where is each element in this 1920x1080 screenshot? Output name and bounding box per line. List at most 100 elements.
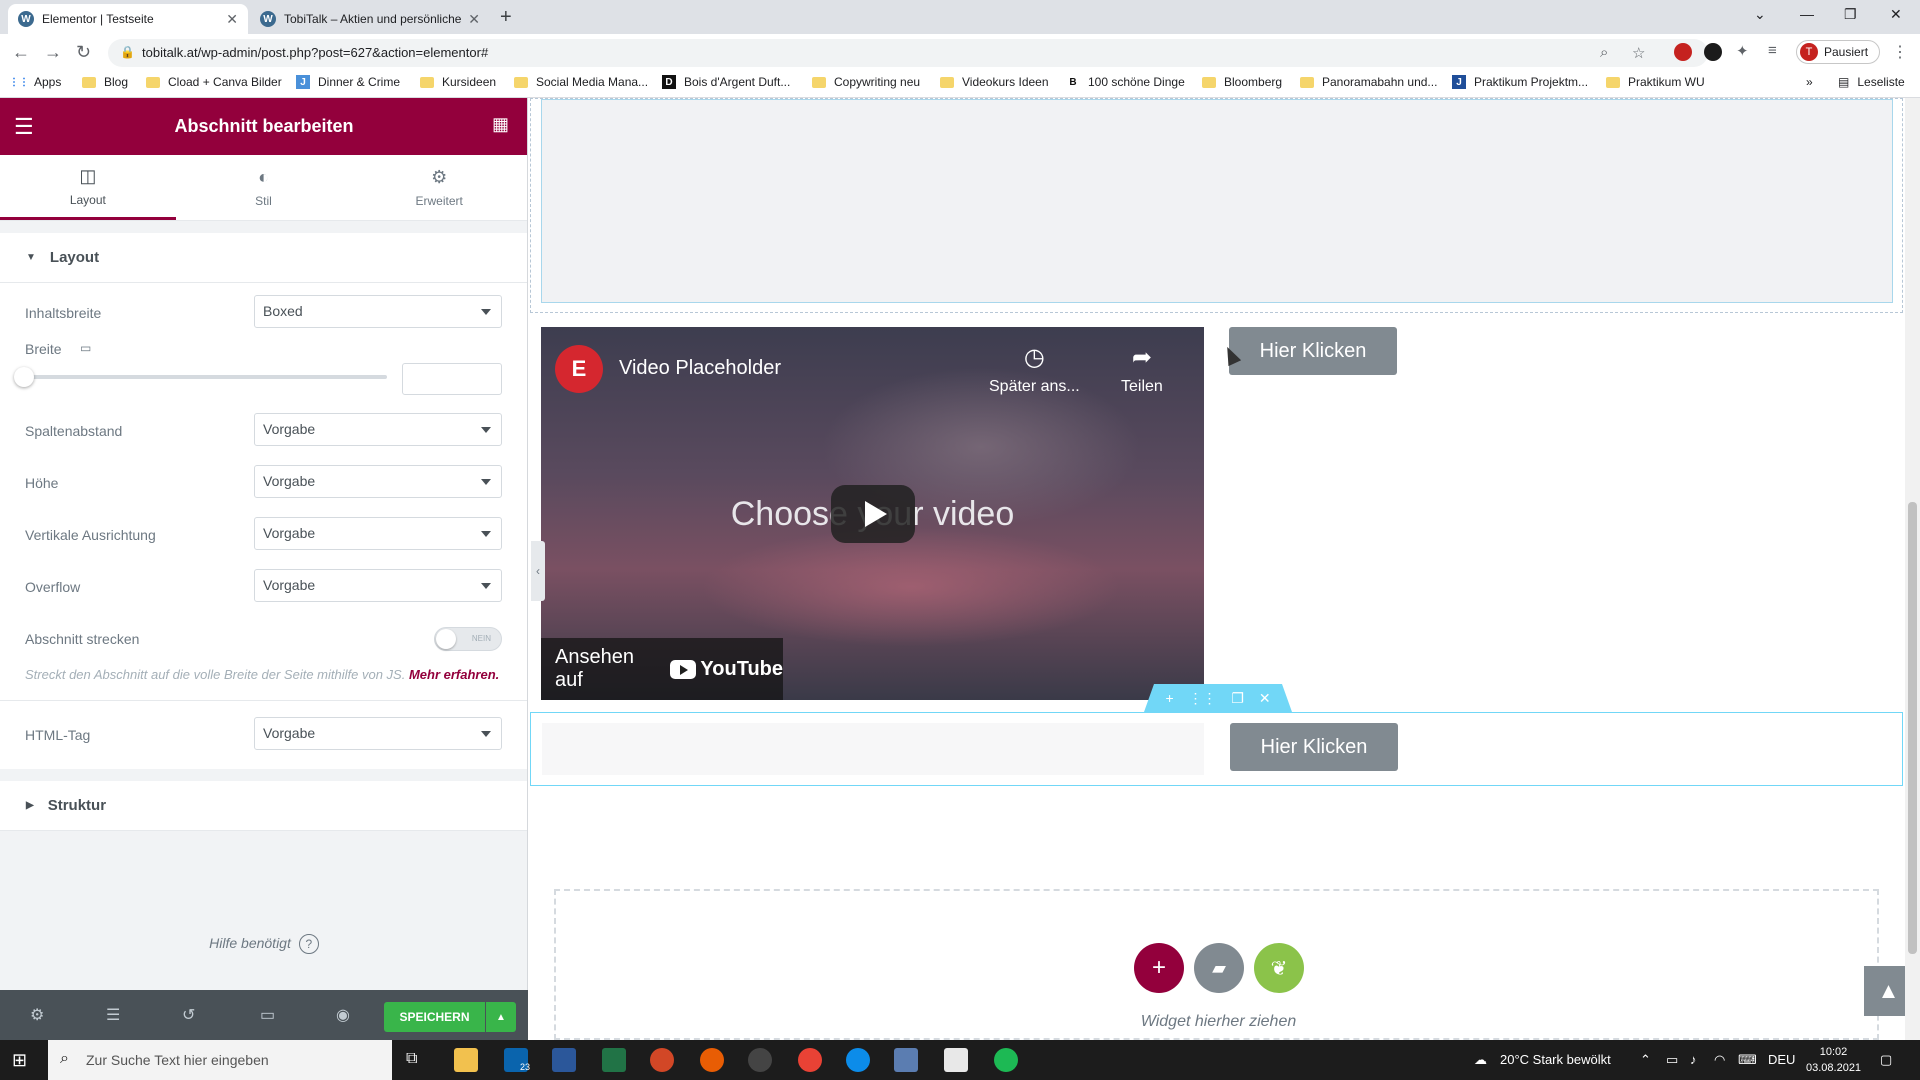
bookmarks-overflow-icon[interactable]: »	[1806, 75, 1813, 89]
section-top[interactable]	[530, 98, 1903, 313]
bookmark-cload-canva[interactable]: Cload + Canva Bilder	[146, 75, 282, 89]
wifi-icon[interactable]: ◠	[1714, 1052, 1725, 1068]
bookmark-bloomberg[interactable]: Bloomberg	[1202, 75, 1282, 89]
content-width-select[interactable]: Boxed	[254, 295, 502, 328]
tray-chevron-up-icon[interactable]: ⌃	[1640, 1052, 1651, 1068]
bookmark-social-media[interactable]: Social Media Mana...	[514, 75, 648, 89]
play-button[interactable]	[831, 485, 915, 543]
bookmark-dinner-crime[interactable]: J Dinner & Crime	[296, 75, 400, 89]
height-select[interactable]: Vorgabe	[254, 465, 502, 498]
envato-leaf-icon[interactable]: ❦	[1254, 943, 1304, 993]
responsive-mode-icon[interactable]: ▭	[260, 1005, 275, 1025]
keyboard-icon[interactable]: ⌨	[1738, 1052, 1757, 1068]
notifications-icon[interactable]: ▢	[1880, 1052, 1892, 1068]
add-template-folder-icon[interactable]: ▰	[1194, 943, 1244, 993]
lock-icon[interactable]: 🔒	[120, 45, 135, 59]
bookmark-star-icon[interactable]: ☆	[1632, 44, 1645, 62]
new-tab-icon[interactable]: +	[500, 6, 512, 29]
profile-button[interactable]: T Pausiert	[1796, 40, 1880, 64]
width-slider-track[interactable]	[25, 375, 387, 379]
extensions-puzzle-icon[interactable]: ✦	[1736, 42, 1749, 60]
forward-icon[interactable]: →	[44, 42, 62, 63]
word-icon[interactable]	[552, 1048, 576, 1072]
stretch-section-toggle[interactable]: NEIN	[434, 627, 502, 651]
bookmark-panoramabahn[interactable]: Panoramabahn und...	[1300, 75, 1437, 89]
bookmark-100-dinge[interactable]: B 100 schöne Dinge	[1066, 75, 1184, 89]
firefox-icon[interactable]	[700, 1048, 724, 1072]
width-slider-handle[interactable]	[14, 367, 34, 387]
task-view-icon[interactable]: ⧉	[406, 1050, 417, 1068]
file-explorer-icon[interactable]	[454, 1048, 478, 1072]
spotify-icon[interactable]	[994, 1048, 1018, 1072]
restore-icon[interactable]: ❐	[1844, 6, 1857, 23]
bookmark-praktikum-wu[interactable]: Praktikum WU	[1606, 75, 1705, 89]
watch-later-button[interactable]: ◷ Später ans...	[989, 343, 1080, 396]
share-button[interactable]: ➦ Teilen	[1121, 343, 1163, 396]
volume-icon[interactable]: ♪	[1690, 1052, 1697, 1067]
tab-elementor[interactable]: W Elementor | Testseite ✕	[8, 4, 248, 34]
bookmark-kursideen[interactable]: Kursideen	[420, 75, 496, 89]
history-icon[interactable]: ↺	[182, 1005, 195, 1025]
network-icon[interactable]: ▭	[1666, 1052, 1678, 1068]
close-tab-icon[interactable]: ✕	[226, 11, 238, 28]
width-number-input[interactable]	[402, 363, 502, 395]
preview-eye-icon[interactable]: ◉	[336, 1005, 350, 1025]
edge-icon[interactable]	[846, 1048, 870, 1072]
close-window-icon[interactable]: ✕	[1890, 6, 1902, 23]
hier-klicken-button[interactable]: Hier Klicken	[1230, 723, 1398, 771]
close-tab-icon[interactable]: ✕	[468, 11, 480, 28]
app-icon[interactable]	[894, 1048, 918, 1072]
tab-layout[interactable]: ◫ Layout	[0, 155, 176, 220]
delete-section-icon[interactable]: ✕	[1259, 690, 1271, 707]
bookmark-videokurs[interactable]: Videokurs Ideen	[940, 75, 1049, 89]
vertical-align-select[interactable]: Vorgabe	[254, 517, 502, 550]
weather-text[interactable]: 20°C Stark bewölkt	[1500, 1052, 1611, 1067]
page-scrollbar[interactable]	[1905, 98, 1920, 1040]
bookmark-praktikum-projekt[interactable]: J Praktikum Projektm...	[1452, 75, 1588, 89]
reading-list-button[interactable]: ▤ Leseliste	[1838, 75, 1905, 89]
notepad-icon[interactable]	[944, 1048, 968, 1072]
language-indicator[interactable]: DEU	[1768, 1052, 1795, 1067]
tab-style[interactable]: ◐ Stil	[176, 155, 352, 220]
bookmark-apps[interactable]: ⋮⋮ Apps	[9, 75, 61, 89]
overflow-select[interactable]: Vorgabe	[254, 569, 502, 602]
structure-section-toggle[interactable]: ▶ Struktur	[0, 781, 527, 831]
excel-icon[interactable]	[602, 1048, 626, 1072]
learn-more-link[interactable]: Mehr erfahren.	[409, 667, 499, 682]
grammarly-extension-icon[interactable]	[1704, 43, 1722, 61]
add-new-section-button[interactable]: +	[1134, 943, 1184, 993]
save-button[interactable]: SPEICHERN	[384, 1002, 485, 1032]
address-bar[interactable]: 🔒 tobitalk.at/wp-admin/post.php?post=627…	[108, 39, 1708, 67]
chrome-icon[interactable]	[798, 1048, 822, 1072]
hier-klicken-button[interactable]: Hier Klicken	[1229, 327, 1397, 375]
tab-tobitalk[interactable]: W TobiTalk – Aktien und persönliche ✕	[250, 4, 490, 34]
navigator-layers-icon[interactable]: ☰	[106, 1005, 120, 1025]
section-selected[interactable]: Hier Klicken	[530, 712, 1903, 786]
html-tag-select[interactable]: Vorgabe	[254, 717, 502, 750]
back-icon[interactable]: ←	[12, 42, 30, 63]
save-options-chevron-up-icon[interactable]: ▲	[486, 1002, 516, 1032]
watch-on-youtube-link[interactable]: Ansehen auf YouTube	[541, 638, 783, 700]
scrollbar-thumb[interactable]	[1908, 502, 1917, 954]
reload-icon[interactable]: ↻	[76, 42, 91, 63]
reading-list-icon[interactable]: ≡	[1768, 42, 1777, 59]
bookmark-copywriting[interactable]: Copywriting neu	[812, 75, 920, 89]
minimize-icon[interactable]: —	[1800, 6, 1814, 22]
add-section-icon[interactable]: +	[1165, 690, 1173, 706]
widgets-grid-icon[interactable]: ▦	[492, 114, 509, 135]
elementor-logo-icon[interactable]: E	[555, 345, 603, 393]
weather-cloud-icon[interactable]: ☁	[1474, 1052, 1487, 1068]
url-text[interactable]: tobitalk.at/wp-admin/post.php?post=627&a…	[142, 45, 488, 60]
powerpoint-icon[interactable]	[650, 1048, 674, 1072]
need-help-link[interactable]: Hilfe benötigt?	[0, 934, 528, 954]
layout-section-toggle[interactable]: ▼ Layout	[0, 233, 527, 283]
tab-search-icon[interactable]: ⌄	[1754, 6, 1766, 23]
empty-column[interactable]	[542, 723, 1204, 775]
section-top-column[interactable]	[541, 99, 1893, 303]
windows-start-icon[interactable]: ⊞	[12, 1050, 27, 1071]
bookmark-blog[interactable]: Blog	[82, 75, 128, 89]
video-title[interactable]: Video Placeholder	[619, 357, 781, 380]
desktop-responsive-icon[interactable]: ▭	[80, 341, 91, 355]
browser-menu-icon[interactable]: ⋮	[1892, 42, 1908, 62]
duplicate-section-icon[interactable]: ❐	[1231, 690, 1244, 707]
